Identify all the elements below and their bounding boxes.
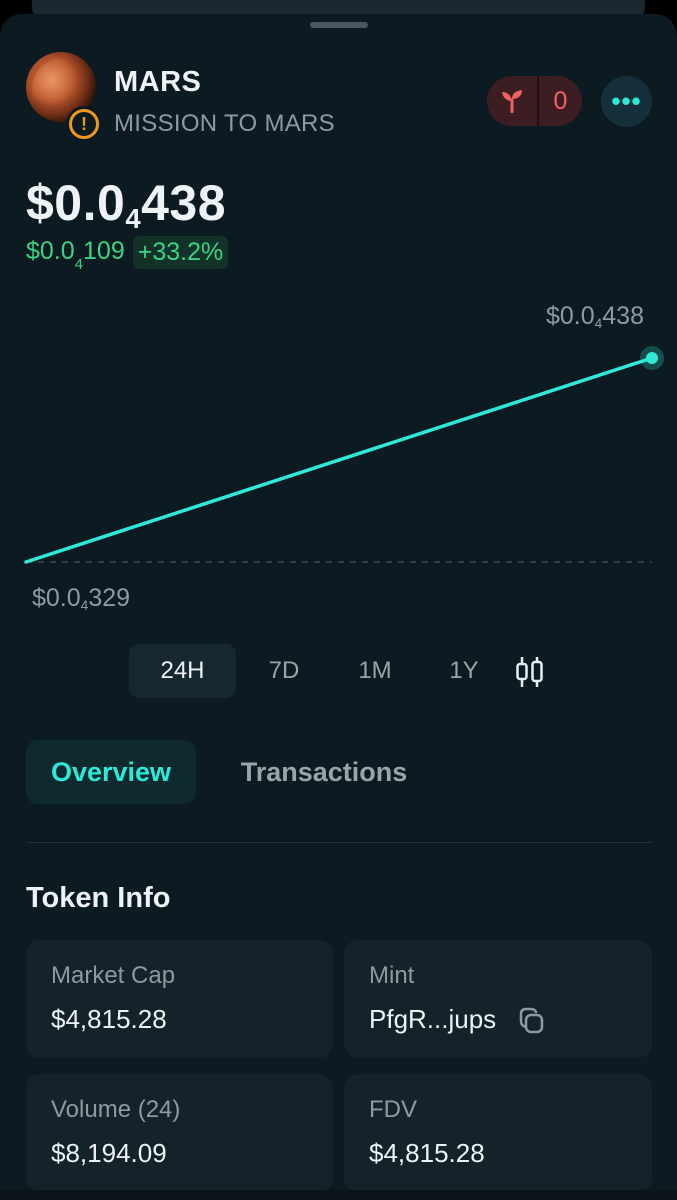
range-7d[interactable]: 7D bbox=[236, 644, 332, 698]
token-name: MISSION TO MARS bbox=[114, 110, 335, 137]
token-detail-sheet: ! MARS MISSION TO MARS 0 ••• $0.04438 $0… bbox=[0, 14, 677, 1200]
token-symbol: MARS bbox=[114, 66, 202, 98]
market-cap-label: Market Cap bbox=[51, 962, 176, 989]
reaction-count: 0 bbox=[553, 86, 568, 115]
current-price: $0.04438 bbox=[26, 175, 227, 235]
price-change: $0.04109 +33.2% bbox=[26, 236, 229, 274]
market-cap-card: Market Cap $4,815.28 bbox=[26, 940, 333, 1058]
chart-plot bbox=[24, 346, 664, 564]
token-info-title: Token Info bbox=[26, 882, 171, 914]
bottom-bar bbox=[0, 1190, 677, 1200]
volume-card: Volume (24) $8,194.09 bbox=[26, 1074, 333, 1192]
price-change-percent: +33.2% bbox=[132, 236, 229, 269]
last-point bbox=[646, 352, 658, 364]
volume-label: Volume (24) bbox=[51, 1096, 181, 1123]
section-divider bbox=[26, 842, 652, 843]
mint-label: Mint bbox=[369, 962, 415, 989]
tab-overview[interactable]: Overview bbox=[26, 740, 196, 804]
mint-address[interactable]: PfgR...jups bbox=[369, 1004, 496, 1035]
sheet-grabber[interactable] bbox=[310, 22, 368, 28]
fdv-value: $4,815.28 bbox=[369, 1138, 485, 1168]
chart-low-label: $0.04329 bbox=[32, 584, 131, 614]
reaction-button[interactable]: 0 bbox=[487, 76, 582, 126]
fdv-label: FDV bbox=[369, 1096, 417, 1123]
price-line bbox=[24, 356, 654, 564]
range-selector: 24H 7D 1M 1Y bbox=[129, 644, 510, 698]
range-24h[interactable]: 24H bbox=[129, 644, 236, 698]
candlestick-icon[interactable] bbox=[514, 654, 546, 690]
range-1m[interactable]: 1M bbox=[332, 644, 418, 698]
range-1y[interactable]: 1Y bbox=[418, 644, 510, 698]
mint-card: Mint PfgR...jups bbox=[344, 940, 652, 1058]
sprout-icon bbox=[487, 76, 539, 126]
volume-value: $8,194.09 bbox=[51, 1138, 167, 1168]
market-cap-value: $4,815.28 bbox=[51, 1004, 167, 1034]
copy-icon[interactable] bbox=[517, 1006, 547, 1036]
fdv-card: FDV $4,815.28 bbox=[344, 1074, 652, 1192]
ellipsis-icon[interactable]: ••• bbox=[601, 76, 652, 127]
price-change-absolute: $0.04109 bbox=[26, 236, 125, 274]
tab-transactions[interactable]: Transactions bbox=[214, 740, 434, 804]
warning-icon[interactable]: ! bbox=[66, 106, 102, 142]
price-chart[interactable]: $0.04438 $0.04329 bbox=[0, 294, 677, 624]
